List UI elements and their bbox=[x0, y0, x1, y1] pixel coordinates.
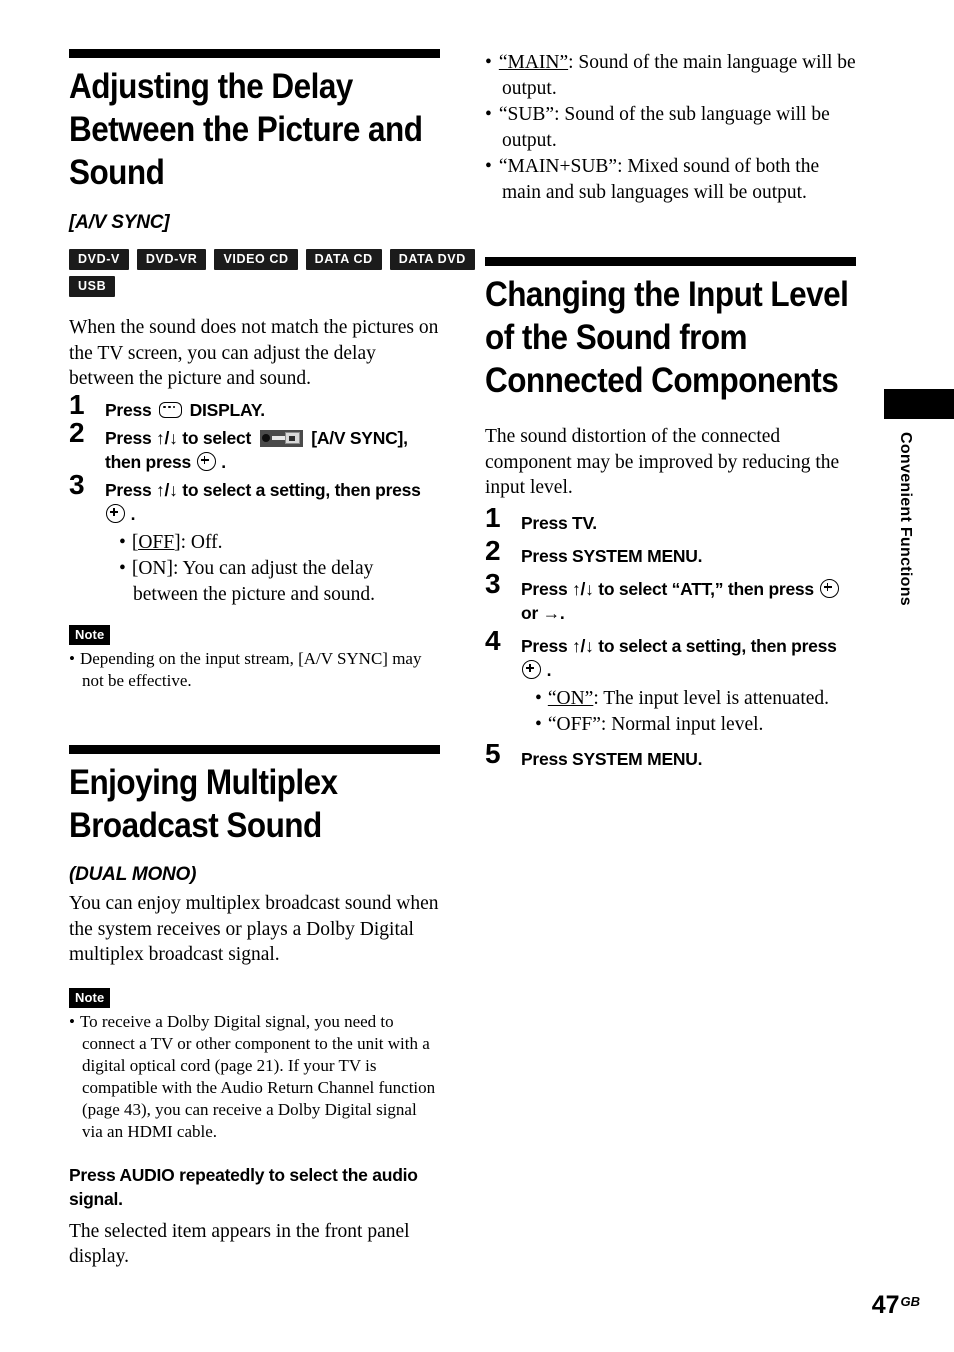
option-label: [OFF] bbox=[131, 531, 181, 553]
section-heading: Enjoying Multiplex Broadcast Sound bbox=[69, 763, 338, 845]
bullet-label: “MAIN” bbox=[498, 52, 569, 73]
step-option: “ON”: The input level is attenuated. bbox=[535, 686, 856, 712]
format-badge-row: DVD-V DVD-VR VIDEO CD DATA CD DATA DVD bbox=[69, 249, 475, 270]
note-item: To receive a Dolby Digital signal, you n… bbox=[69, 1011, 440, 1143]
format-badge: DATA CD bbox=[305, 249, 382, 270]
step-number: 1 bbox=[485, 501, 501, 533]
note-list: Depending on the input stream, [A/V SYNC… bbox=[69, 648, 440, 692]
section-subtitle: (DUAL MONO) bbox=[69, 864, 197, 885]
bullet-label: “MAIN+SUB” bbox=[498, 156, 618, 177]
step-number: 2 bbox=[485, 534, 501, 566]
heading-rule bbox=[485, 257, 856, 266]
format-badge-row: USB bbox=[69, 276, 440, 297]
section-intro: When the sound does not match the pictur… bbox=[69, 317, 439, 389]
step-option: “OFF”: Normal input level. bbox=[535, 712, 856, 738]
right-arrow-glyph: → bbox=[542, 602, 561, 623]
display-icon bbox=[159, 401, 183, 418]
heading-rule bbox=[69, 745, 440, 754]
step-list: 1 Press TV. 2 Press SYSTEM MENU. 3 Press… bbox=[485, 503, 856, 771]
step-number: 2 bbox=[69, 416, 85, 448]
step-number: 3 bbox=[69, 468, 85, 500]
step-text: Press DISPLAY. bbox=[105, 399, 265, 420]
up-down-arrows-glyph: ↑/↓ bbox=[156, 479, 178, 500]
enter-icon bbox=[196, 451, 216, 471]
step-number: 4 bbox=[485, 624, 501, 656]
page-region-code: GB bbox=[900, 1294, 921, 1309]
note-badge: Note bbox=[69, 987, 111, 1008]
side-tab-marker bbox=[884, 389, 954, 419]
step-number: 5 bbox=[485, 737, 501, 769]
step-item: 1 Press TV. bbox=[485, 503, 856, 535]
step-item: 5 Press SYSTEM MENU. bbox=[485, 739, 856, 771]
step-text: Press ↑/↓ to select [A/V SYNC], then pre… bbox=[105, 427, 408, 472]
note-block: Note To receive a Dolby Digital signal, … bbox=[69, 987, 440, 1143]
option-text: : The input level is attenuated. bbox=[593, 687, 830, 709]
section-intro: The sound distortion of the connected co… bbox=[485, 426, 840, 498]
av-sync-icon bbox=[259, 429, 303, 447]
bullet-item: “SUB”: Sound of the sub language will be… bbox=[485, 102, 856, 153]
step-option: [ON]: You can adjust the delay between t… bbox=[119, 556, 440, 607]
format-badge-group: DVD-V DVD-VR VIDEO CD DATA CD DATA DVD U… bbox=[69, 249, 475, 297]
step-option-list: “ON”: The input level is attenuated. “OF… bbox=[521, 686, 856, 738]
option-label: “OFF” bbox=[547, 714, 601, 735]
left-column: Adjusting the Delay Between the Picture … bbox=[69, 49, 475, 1270]
step-item: 1 Press DISPLAY. bbox=[69, 390, 440, 422]
step-text: Press SYSTEM MENU. bbox=[521, 545, 703, 566]
heading-rule bbox=[69, 49, 440, 58]
note-item: Depending on the input stream, [A/V SYNC… bbox=[69, 648, 440, 692]
format-badge: USB bbox=[69, 276, 116, 297]
step-text: Press TV. bbox=[521, 512, 597, 533]
step-item: 2 Press ↑/↓ to select [A/V SYNC], then p… bbox=[69, 418, 440, 474]
step-text: Press SYSTEM MENU. bbox=[521, 748, 703, 769]
note-list: To receive a Dolby Digital signal, you n… bbox=[69, 1011, 440, 1143]
audio-instruction-heading: Press AUDIO repeatedly to select the aud… bbox=[69, 1164, 418, 1209]
enter-icon bbox=[819, 578, 839, 598]
option-label: [ON] bbox=[131, 558, 173, 579]
format-badge: DVD-V bbox=[69, 249, 129, 270]
section-heading: Changing the Input Level of the Sound fr… bbox=[485, 275, 849, 400]
note-block: Note Depending on the input stream, [A/V… bbox=[69, 625, 440, 692]
step-text: Press ↑/↓ to select “ATT,” then press or… bbox=[521, 577, 856, 625]
bullet-item: “MAIN”: Sound of the main language will … bbox=[485, 50, 856, 101]
step-option-list: [OFF]: Off. [ON]: You can adjust the del… bbox=[105, 530, 440, 608]
note-badge: Note bbox=[69, 625, 111, 645]
enter-icon bbox=[522, 659, 541, 679]
page-number-value: 47 bbox=[871, 1291, 900, 1319]
option-text: : Off. bbox=[180, 531, 223, 553]
side-tab-label: Convenient Functions bbox=[897, 432, 914, 606]
up-down-arrows-glyph: ↑/↓ bbox=[572, 635, 594, 656]
bullet-item: “MAIN+SUB”: Mixed sound of both the main… bbox=[485, 154, 856, 205]
step-option: [OFF]: Off. bbox=[119, 530, 440, 556]
section-intro: You can enjoy multiplex broadcast sound … bbox=[69, 893, 439, 965]
audio-instruction-body: The selected item appears in the front p… bbox=[69, 1220, 410, 1268]
enter-icon bbox=[106, 503, 125, 523]
step-item: 4 Press ↑/↓ to select a setting, then pr… bbox=[485, 626, 856, 738]
step-item: 2 Press SYSTEM MENU. bbox=[485, 536, 856, 568]
continued-bullet-list: “MAIN”: Sound of the main language will … bbox=[485, 50, 856, 205]
step-text: Press ↑/↓ to select a setting, then pres… bbox=[105, 479, 421, 524]
section-input-level: Changing the Input Level of the Sound fr… bbox=[485, 257, 856, 771]
option-text: : Normal input level. bbox=[600, 714, 764, 735]
step-list: 1 Press DISPLAY. 2 Press ↑/↓ to select [… bbox=[69, 390, 440, 608]
step-number: 3 bbox=[485, 567, 501, 599]
option-label: “ON” bbox=[547, 687, 594, 709]
step-item: 3 Press ↑/↓ to select “ATT,” then press … bbox=[485, 569, 856, 625]
section-adjusting-delay: Adjusting the Delay Between the Picture … bbox=[69, 49, 475, 692]
format-badge: VIDEO CD bbox=[214, 249, 298, 270]
bullet-label: “SUB” bbox=[498, 104, 555, 125]
up-down-arrows-glyph: ↑/↓ bbox=[572, 578, 594, 599]
section-subtitle: [A/V SYNC] bbox=[69, 212, 170, 233]
right-column: “MAIN”: Sound of the main language will … bbox=[485, 44, 856, 775]
page-title: Adjusting the Delay Between the Picture … bbox=[69, 67, 423, 192]
step-item: 3 Press ↑/↓ to select a setting, then pr… bbox=[69, 470, 440, 608]
format-badge: DATA DVD bbox=[389, 249, 475, 270]
section-multiplex-broadcast: Enjoying Multiplex Broadcast Sound (DUAL… bbox=[69, 745, 440, 1270]
format-badge: DVD-VR bbox=[136, 249, 207, 270]
up-down-arrows-glyph: ↑/↓ bbox=[156, 427, 178, 448]
step-number: 1 bbox=[69, 388, 85, 420]
step-text: Press ↑/↓ to select a setting, then pres… bbox=[521, 635, 837, 680]
page-number: 47GB bbox=[872, 1289, 920, 1318]
